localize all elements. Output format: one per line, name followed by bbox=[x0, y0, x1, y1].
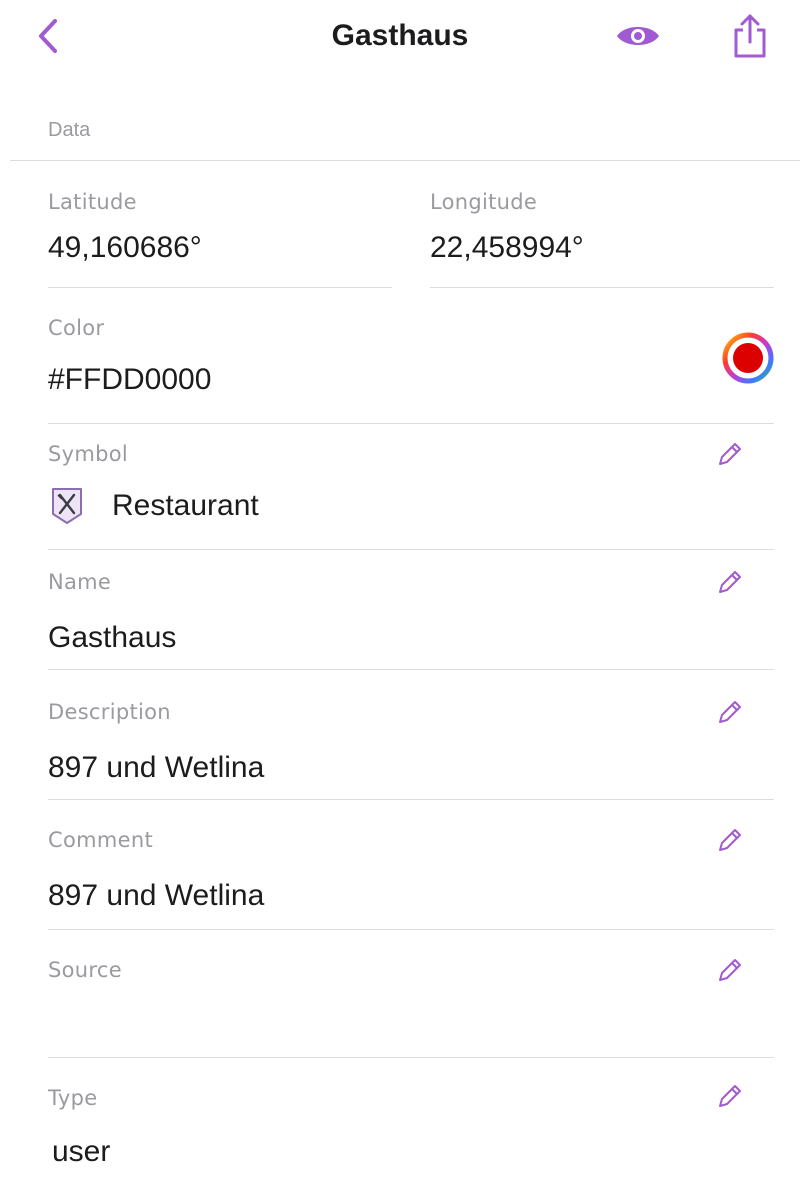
description-divider bbox=[48, 799, 774, 800]
share-icon bbox=[734, 14, 766, 58]
source-divider bbox=[48, 1057, 774, 1058]
edit-comment-button[interactable] bbox=[716, 826, 744, 854]
color-label: Color bbox=[48, 316, 105, 340]
color-value: #FFDD0000 bbox=[48, 363, 212, 396]
color-wheel-icon bbox=[722, 332, 774, 384]
type-label: Type bbox=[48, 1086, 98, 1110]
longitude-label: Longitude bbox=[430, 190, 538, 214]
longitude-field[interactable]: Longitude 22,458994° bbox=[430, 188, 774, 288]
pencil-icon bbox=[719, 1085, 741, 1107]
comment-value: 897 und Wetlina bbox=[48, 879, 265, 912]
color-divider bbox=[48, 423, 774, 424]
latitude-field[interactable]: Latitude 49,160686° bbox=[48, 188, 392, 288]
description-field: Description 897 und Wetlina bbox=[48, 698, 774, 800]
type-field: Type user bbox=[48, 1084, 774, 1174]
edit-description-button[interactable] bbox=[716, 698, 744, 726]
latitude-divider bbox=[48, 287, 392, 288]
waypoint-detail-screen: Gasthaus Data Latitude 49,160686° Longit… bbox=[0, 0, 800, 1187]
source-label: Source bbox=[48, 958, 122, 982]
latitude-label: Latitude bbox=[48, 190, 137, 214]
symbol-value: Restaurant bbox=[112, 489, 259, 522]
name-value: Gasthaus bbox=[48, 621, 177, 654]
source-field: Source bbox=[48, 956, 774, 1058]
pencil-icon bbox=[719, 571, 741, 593]
page-title: Gasthaus bbox=[331, 19, 469, 52]
longitude-value: 22,458994° bbox=[430, 231, 584, 264]
description-label: Description bbox=[48, 700, 171, 724]
symbol-label: Symbol bbox=[48, 442, 129, 466]
section-divider bbox=[10, 160, 800, 161]
edit-type-button[interactable] bbox=[716, 1082, 744, 1110]
type-value: user bbox=[52, 1135, 111, 1168]
pencil-icon bbox=[719, 443, 741, 465]
symbol-divider bbox=[48, 549, 774, 550]
pencil-icon bbox=[719, 701, 741, 723]
edit-symbol-button[interactable] bbox=[716, 440, 744, 468]
restaurant-icon bbox=[50, 486, 84, 526]
symbol-field: Symbol Restaurant bbox=[48, 440, 774, 550]
edit-source-button[interactable] bbox=[716, 956, 744, 984]
eye-icon bbox=[617, 27, 659, 45]
visibility-button[interactable] bbox=[612, 16, 664, 56]
color-picker-button[interactable] bbox=[722, 332, 774, 384]
color-field: Color #FFDD0000 bbox=[48, 314, 774, 424]
section-header-data: Data bbox=[48, 119, 91, 141]
name-label: Name bbox=[48, 570, 112, 594]
description-value: 897 und Wetlina bbox=[48, 751, 265, 784]
name-field: Name Gasthaus bbox=[48, 568, 774, 670]
share-button[interactable] bbox=[722, 8, 778, 64]
pencil-icon bbox=[719, 959, 741, 981]
comment-divider bbox=[48, 929, 774, 930]
nav-bar: Gasthaus bbox=[0, 0, 800, 80]
pencil-icon bbox=[719, 829, 741, 851]
comment-field: Comment 897 und Wetlina bbox=[48, 826, 774, 930]
name-divider bbox=[48, 669, 774, 670]
edit-name-button[interactable] bbox=[716, 568, 744, 596]
comment-label: Comment bbox=[48, 828, 153, 852]
latitude-value: 49,160686° bbox=[48, 231, 202, 264]
longitude-divider bbox=[430, 287, 774, 288]
